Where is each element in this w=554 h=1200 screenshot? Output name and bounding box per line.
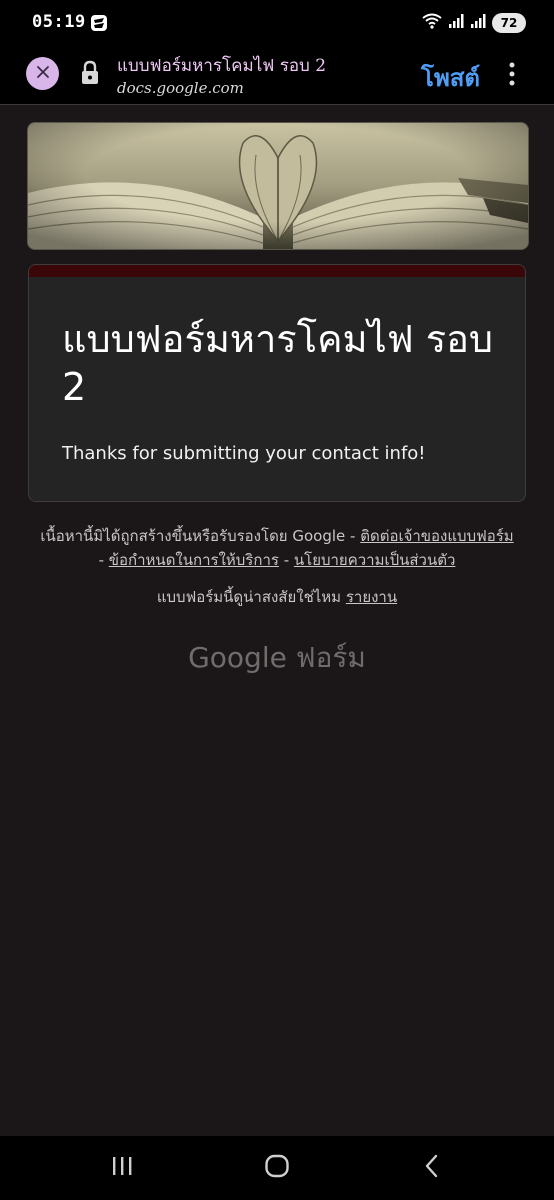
form-confirmation-card: แบบฟอร์มหารโคมไฟ รอบ 2 Thanks for submit…: [28, 264, 526, 502]
form-footer-disclaimer: เนื้อหานี้มิได้ถูกสร้างขึ้นหรือรับรองโดย…: [36, 524, 518, 572]
lock-icon[interactable]: [79, 60, 101, 86]
signal-icon: [448, 13, 464, 33]
report-link[interactable]: รายงาน: [346, 588, 397, 606]
brand-google-text: Google: [188, 641, 287, 674]
confirmation-message: Thanks for submitting your contact info!: [62, 443, 426, 464]
browser-toolbar: แบบฟอร์มหารโคมไฟ รอบ 2 docs.google.com โ…: [0, 44, 554, 105]
signal-icon-2: [470, 13, 486, 33]
terms-link[interactable]: ข้อกำหนดในการให้บริการ: [109, 551, 279, 569]
card-accent-bar: [29, 265, 525, 277]
form-title: แบบฟอร์มหารโคมไฟ รอบ 2: [62, 317, 494, 409]
footer-separator: -: [98, 551, 109, 569]
status-time: 05:19: [32, 12, 86, 32]
wifi-icon: [422, 13, 442, 33]
recents-icon: [110, 1155, 134, 1181]
notification-app-icon: [90, 14, 108, 32]
status-indicators: 72: [422, 12, 526, 34]
post-button[interactable]: โพสต์: [421, 58, 480, 97]
report-line: แบบฟอร์มนี้ดูน่าสงสัยใช่ไหม รายงาน: [36, 585, 518, 609]
brand-forms-text: ฟอร์ม: [295, 641, 366, 674]
back-icon: [422, 1154, 442, 1182]
disclaimer-text: เนื้อหานี้มิได้ถูกสร้างขึ้นหรือรับรองโดย…: [40, 527, 361, 545]
close-tab-button[interactable]: [26, 57, 59, 90]
tab-page-title: แบบฟอร์มหารโคมไฟ รอบ 2: [117, 56, 327, 76]
system-navigation-bar: [0, 1136, 554, 1200]
home-button[interactable]: [262, 1154, 292, 1182]
footer-separator: -: [278, 551, 294, 569]
status-bar: 05:19 72: [0, 0, 554, 44]
contact-owner-link[interactable]: ติดต่อเจ้าของแบบฟอร์ม: [360, 527, 513, 545]
suspicious-text: แบบฟอร์มนี้ดูน่าสงสัยใช่ไหม: [156, 588, 346, 606]
form-header-image: [27, 122, 529, 250]
close-icon: [36, 64, 50, 83]
more-vert-icon[interactable]: [504, 60, 520, 88]
battery-indicator: 72: [492, 13, 526, 33]
recents-button[interactable]: [107, 1154, 137, 1182]
back-button[interactable]: [417, 1154, 447, 1182]
google-forms-logo[interactable]: Google ฟอร์ม: [0, 636, 554, 680]
tab-url[interactable]: docs.google.com: [117, 79, 244, 97]
home-icon: [264, 1154, 290, 1182]
privacy-link[interactable]: นโยบายความเป็นส่วนตัว: [294, 551, 456, 569]
